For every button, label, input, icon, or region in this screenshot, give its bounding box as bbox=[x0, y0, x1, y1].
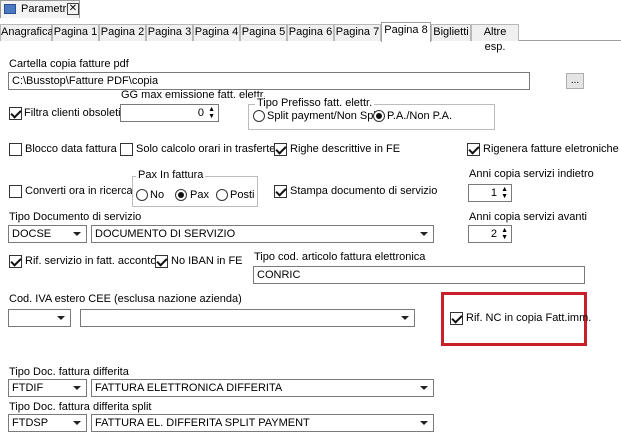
solo-calcolo-label: Solo calcolo orari in trasferte bbox=[136, 143, 276, 155]
anni-avanti-value: 2 bbox=[490, 228, 497, 240]
rif-nc-label: Rif. NC in copia Fatt.imm. bbox=[466, 312, 592, 324]
tipo-doc-differita-split-label: Tipo Doc. fattura differita split bbox=[9, 401, 152, 413]
radio-pax-posti-label: Posti bbox=[230, 189, 255, 201]
pax-label: Pax In fattura bbox=[136, 169, 206, 182]
rigenera-label: Rigenera fatture eletroniche bbox=[483, 143, 619, 155]
window-title: Parametri bbox=[21, 3, 69, 15]
tab-pagina-3[interactable]: Pagina 3 bbox=[146, 24, 193, 41]
browse-button[interactable]: ... bbox=[566, 73, 584, 89]
gg-max-value: 0 bbox=[197, 107, 204, 119]
cartella-input[interactable]: C:\Busstop\Fatture PDF\copia bbox=[8, 72, 530, 90]
window-tab[interactable]: Parametri ✕ bbox=[0, 0, 80, 18]
tipo-doc-differita-split-description-select[interactable]: FATTURA EL. DIFFERITA SPLIT PAYMENT bbox=[91, 414, 434, 432]
anni-indietro-spinner[interactable]: 1 ▲ ▼ bbox=[468, 184, 512, 202]
radio-pa[interactable] bbox=[373, 110, 385, 122]
tab-pagina-8[interactable]: Pagina 8 bbox=[381, 22, 431, 42]
cod-iva-description-select[interactable] bbox=[80, 309, 415, 327]
spinner-arrows-icon[interactable]: ▲ ▼ bbox=[208, 106, 215, 120]
tipo-cod-articolo-input[interactable]: CONRIC bbox=[253, 266, 585, 284]
anni-avanti-label: Anni copia servizi avanti bbox=[469, 211, 588, 223]
spinner-arrows-icon[interactable]: ▲ ▼ bbox=[501, 227, 508, 241]
gg-max-label: GG max emissione fatt. elettr. bbox=[121, 89, 266, 101]
filtra-clienti-checkbox[interactable] bbox=[9, 107, 22, 120]
converti-ora-checkbox[interactable] bbox=[9, 185, 22, 198]
radio-pax-pax[interactable] bbox=[175, 189, 187, 201]
cod-iva-label: Cod. IVA estero CEE (esclusa nazione azi… bbox=[9, 293, 242, 305]
tab-biglietti[interactable]: Biglietti bbox=[431, 24, 471, 41]
radio-split-payment-label: Split payment/Non Split bbox=[267, 110, 382, 122]
no-iban-label: No IBAN in FE bbox=[171, 255, 243, 267]
tab-pagina-4[interactable]: Pagina 4 bbox=[193, 24, 240, 41]
tipo-doc-differita-split-code-select[interactable]: FTDSP bbox=[8, 414, 87, 432]
radio-pax-no-label: No bbox=[150, 189, 165, 201]
stampa-doc-label: Stampa documento di servizio bbox=[290, 185, 438, 197]
anni-indietro-label: Anni copia servizi indietro bbox=[469, 168, 594, 180]
tab-pagina-5[interactable]: Pagina 5 bbox=[240, 24, 287, 41]
rif-servizio-label: Rif. servizio in fatt. acconto bbox=[25, 255, 157, 267]
radio-pax-no[interactable] bbox=[136, 189, 148, 201]
no-iban-checkbox[interactable] bbox=[155, 255, 168, 268]
stampa-doc-checkbox[interactable] bbox=[274, 185, 287, 198]
rif-servizio-checkbox[interactable] bbox=[9, 255, 22, 268]
tipo-prefisso-label: Tipo Prefisso fatt. elettr. bbox=[255, 97, 375, 110]
tipo-doc-differita-description-select[interactable]: FATTURA ELETTRONICA DIFFERITA bbox=[91, 379, 434, 397]
radio-split-payment[interactable] bbox=[253, 110, 265, 122]
anni-avanti-spinner[interactable]: 2 ▲ ▼ bbox=[468, 225, 512, 243]
tipo-cod-articolo-label: Tipo cod. articolo fattura elettronica bbox=[254, 251, 426, 263]
converti-ora-label: Converti ora in ricerca bbox=[25, 185, 133, 197]
solo-calcolo-checkbox[interactable] bbox=[120, 143, 133, 156]
rigenera-checkbox[interactable] bbox=[467, 143, 480, 156]
radio-pax-posti[interactable] bbox=[216, 189, 228, 201]
blocco-data-checkbox[interactable] bbox=[9, 143, 22, 156]
tab-pagina-7[interactable]: Pagina 7 bbox=[334, 24, 381, 41]
tab-anagrafica[interactable]: Anagrafica bbox=[0, 24, 54, 41]
tab-pagina-2[interactable]: Pagina 2 bbox=[99, 24, 146, 41]
spinner-arrows-icon[interactable]: ▲ ▼ bbox=[501, 186, 508, 200]
filtra-clienti-label: Filtra clienti obsoleti bbox=[24, 107, 121, 119]
tab-altre-esp[interactable]: Altre esp. bbox=[471, 24, 519, 53]
righe-descrittive-checkbox[interactable] bbox=[274, 143, 287, 156]
righe-descrittive-label: Righe descrittive in FE bbox=[290, 143, 401, 155]
form-icon bbox=[4, 4, 16, 14]
tipo-doc-servizio-description-select[interactable]: DOCUMENTO DI SERVIZIO bbox=[91, 225, 434, 243]
close-icon[interactable]: ✕ bbox=[67, 3, 79, 15]
tipo-doc-servizio-code-select[interactable]: DOCSE bbox=[8, 225, 87, 243]
cartella-label: Cartella copia fatture pdf bbox=[9, 58, 129, 70]
blocco-data-label: Blocco data fattura bbox=[25, 143, 117, 155]
tab-pagina-6[interactable]: Pagina 6 bbox=[287, 24, 334, 41]
cod-iva-code-select[interactable] bbox=[8, 309, 71, 327]
radio-pa-label: P.A./Non P.A. bbox=[387, 110, 453, 122]
tipo-doc-differita-label: Tipo Doc. fattura differita bbox=[9, 366, 129, 378]
rif-nc-checkbox[interactable] bbox=[450, 312, 463, 325]
tipo-doc-servizio-label: Tipo Documento di servizio bbox=[9, 211, 142, 223]
anni-indietro-value: 1 bbox=[490, 187, 497, 199]
gg-max-spinner[interactable]: 0 ▲ ▼ bbox=[120, 104, 219, 122]
tipo-doc-differita-code-select[interactable]: FTDIF bbox=[8, 379, 87, 397]
radio-pax-pax-label: Pax bbox=[190, 189, 209, 201]
tab-pagina-1[interactable]: Pagina 1 bbox=[52, 24, 99, 41]
tab-bar: Anagrafica Pagina 1 Pagina 2 Pagina 3 Pa… bbox=[0, 22, 621, 53]
